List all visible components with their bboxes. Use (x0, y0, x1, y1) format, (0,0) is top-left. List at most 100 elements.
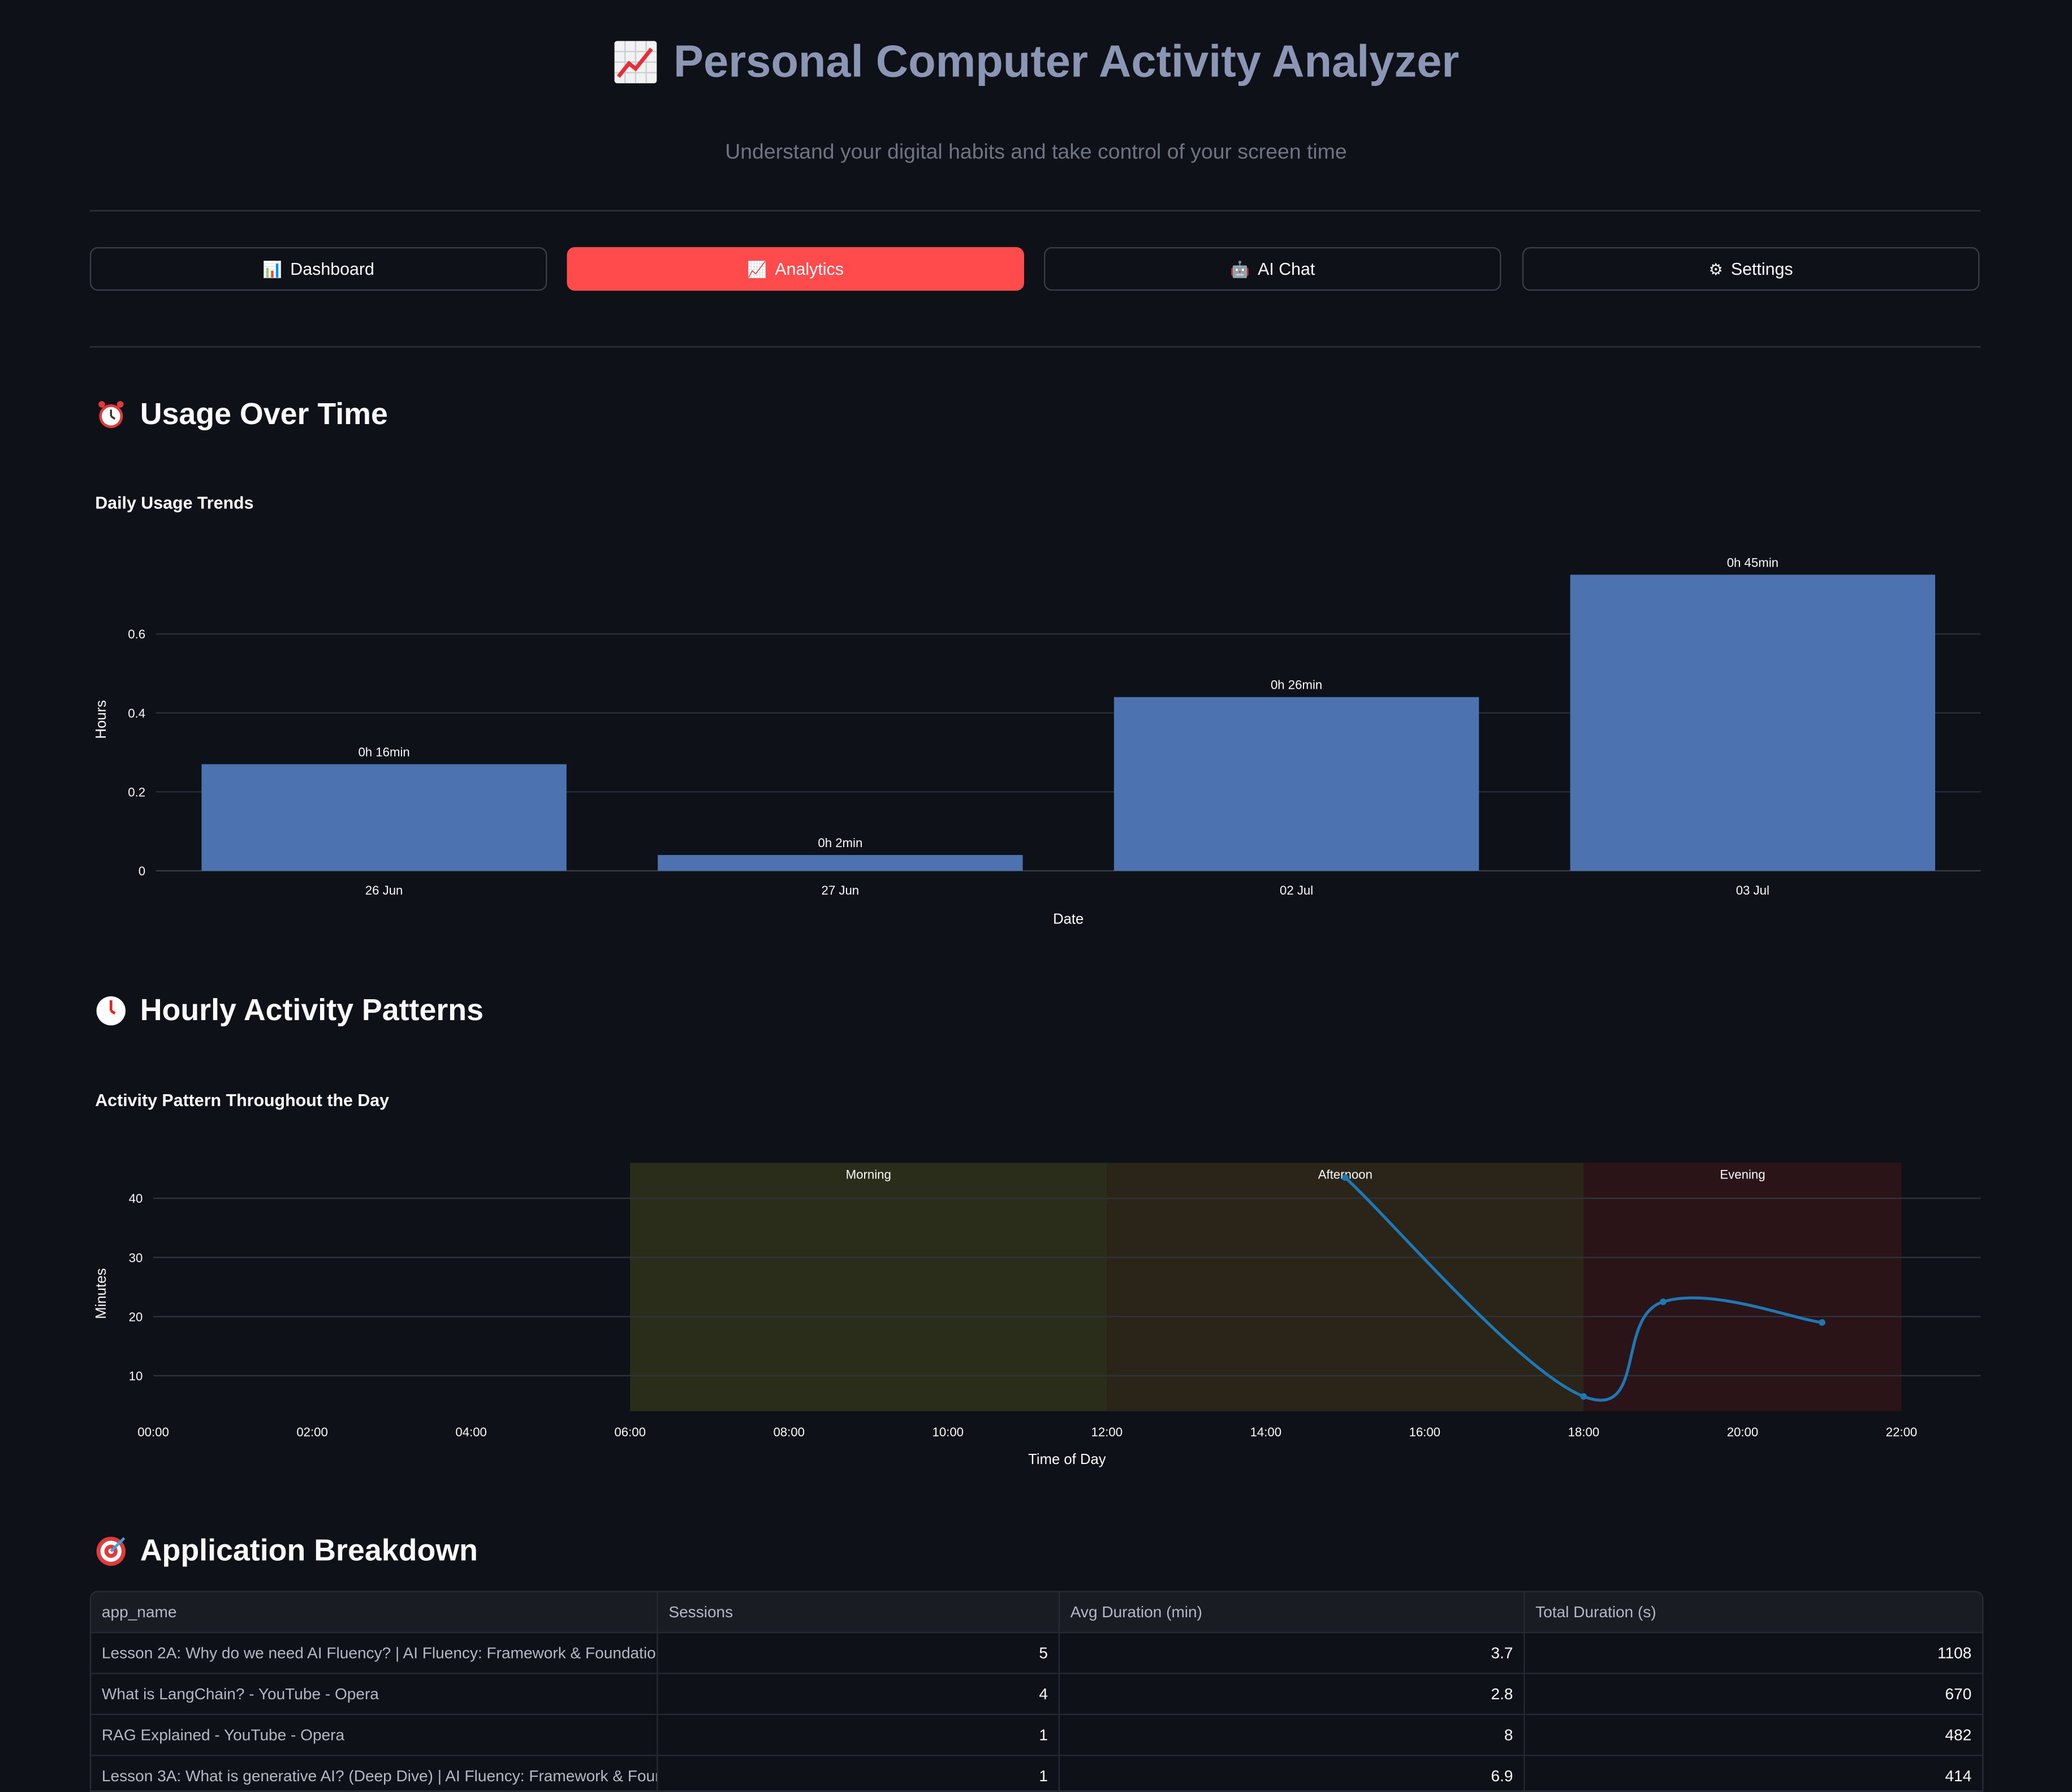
chart-increasing-icon: 📈 (747, 260, 767, 278)
x-tick-label: 12:00 (1091, 1425, 1123, 1439)
x-tick-label: 14:00 (1250, 1425, 1282, 1439)
app-breakdown-table[interactable]: app_name Sessions Avg Duration (min) Tot… (89, 1591, 1984, 1792)
cell-app-name[interactable]: What is LangChain? - YouTube - Opera (91, 1674, 658, 1714)
daily-usage-chart-title: Daily Usage Trends (95, 493, 254, 513)
x-axis-title: Time of Day (1028, 1452, 1106, 1467)
x-tick-label: 16:00 (1409, 1425, 1441, 1439)
cell-sessions[interactable]: 4 (658, 1674, 1060, 1714)
x-tick-label: 22:00 (1886, 1425, 1918, 1439)
x-tick-label: 02 Jul (1280, 883, 1313, 897)
x-tick-label: 08:00 (773, 1425, 805, 1439)
y-axis-title: Hours (93, 700, 109, 739)
chart-increasing-icon (614, 41, 657, 84)
gear-icon: ⚙ (1708, 260, 1723, 278)
section-apps-title: Application Breakdown (140, 1532, 478, 1568)
column-header-total-duration[interactable]: Total Duration (s) (1525, 1592, 1982, 1632)
section-usage-heading: Usage Over Time (95, 396, 388, 432)
bar-data-label: 0h 2min (818, 836, 862, 850)
clock-icon (96, 995, 126, 1025)
cell-sessions[interactable]: 1 (658, 1715, 1060, 1755)
table-header-row: app_name Sessions Avg Duration (min) Tot… (91, 1592, 1983, 1634)
x-tick-label: 10:00 (932, 1425, 964, 1439)
bar-data-label: 0h 16min (358, 745, 409, 759)
data-point (1660, 1298, 1667, 1305)
robot-icon: 🤖 (1230, 260, 1250, 278)
section-hourly-title: Hourly Activity Patterns (140, 992, 484, 1027)
time-band (1583, 1163, 1902, 1411)
nav-ai-chat-button[interactable]: 🤖 AI Chat (1043, 247, 1501, 291)
cell-sessions[interactable]: 1 (658, 1756, 1060, 1791)
cell-total-duration[interactable]: 1108 (1525, 1633, 1982, 1673)
y-tick-label: 10 (129, 1369, 143, 1383)
column-header-app-name[interactable]: app_name (91, 1592, 658, 1632)
bar-data-label: 0h 26min (1271, 678, 1322, 692)
app-page: Personal Computer Activity Analyzer Unde… (0, 0, 2072, 1792)
table-row[interactable]: Lesson 2A: Why do we need AI Fluency? | … (91, 1633, 1983, 1674)
table-row[interactable]: Lesson 3A: What is generative AI? (Deep … (91, 1756, 1982, 1791)
table-row[interactable]: What is LangChain? - YouTube - Opera 4 2… (91, 1674, 1983, 1716)
y-tick-label: 20 (129, 1310, 143, 1324)
time-band (630, 1163, 1107, 1411)
bar-chart-icon: 📊 (262, 260, 283, 278)
y-tick-label: 0.2 (128, 785, 145, 799)
cell-total-duration[interactable]: 482 (1525, 1715, 1982, 1755)
table-row[interactable]: RAG Explained - YouTube - Opera 1 8 482 (91, 1715, 1983, 1756)
x-tick-label: 27 Jun (822, 883, 860, 897)
column-header-sessions[interactable]: Sessions (658, 1592, 1060, 1632)
cell-avg-duration[interactable]: 3.7 (1060, 1633, 1525, 1673)
cell-avg-duration[interactable]: 6.9 (1060, 1756, 1525, 1791)
y-axis-title: Minutes (93, 1268, 109, 1319)
nav-dashboard-label: Dashboard (290, 258, 374, 279)
cell-app-name[interactable]: Lesson 3A: What is generative AI? (Deep … (91, 1756, 658, 1791)
nav-settings-label: Settings (1730, 258, 1793, 279)
y-tick-label: 40 (129, 1191, 143, 1206)
x-tick-label: 00:00 (137, 1425, 169, 1439)
data-point (1580, 1393, 1587, 1400)
cell-app-name[interactable]: RAG Explained - YouTube - Opera (91, 1715, 658, 1755)
x-tick-label: 26 Jun (365, 883, 403, 897)
y-tick-label: 0.4 (128, 706, 145, 720)
nav-analytics-button[interactable]: 📈 Analytics (567, 247, 1024, 291)
x-tick-label: 06:00 (614, 1425, 646, 1439)
data-point (1342, 1174, 1349, 1181)
cell-avg-duration[interactable]: 8 (1060, 1715, 1525, 1755)
cell-sessions[interactable]: 5 (658, 1633, 1060, 1673)
cell-avg-duration[interactable]: 2.8 (1060, 1674, 1525, 1714)
time-band (1107, 1163, 1584, 1411)
band-label: Evening (1720, 1167, 1765, 1181)
bar (1570, 575, 1936, 871)
y-tick-label: 0.6 (128, 627, 145, 641)
divider (89, 210, 1981, 211)
x-tick-label: 20:00 (1727, 1425, 1759, 1439)
bar-data-label: 0h 45min (1727, 555, 1779, 569)
cell-app-name[interactable]: Lesson 2A: Why do we need AI Fluency? | … (91, 1633, 658, 1673)
section-usage-title: Usage Over Time (140, 396, 388, 431)
alarm-clock-icon (98, 400, 124, 428)
page-subtitle: Understand your digital habits and take … (725, 141, 1347, 164)
cell-total-duration[interactable]: 414 (1525, 1756, 1982, 1790)
bar (658, 854, 1023, 871)
activity-pattern-chart-title: Activity Pattern Throughout the Day (95, 1090, 390, 1110)
bar (201, 764, 567, 871)
x-tick-label: 02:00 (296, 1425, 328, 1439)
x-tick-label: 04:00 (455, 1425, 487, 1439)
y-tick-label: 30 (129, 1251, 143, 1265)
band-label: Morning (846, 1167, 891, 1181)
y-tick-label: 0 (139, 864, 145, 878)
section-apps-heading: Application Breakdown (95, 1533, 478, 1569)
cell-total-duration[interactable]: 670 (1525, 1674, 1982, 1714)
section-hourly-heading: Hourly Activity Patterns (95, 992, 484, 1028)
column-header-avg-duration[interactable]: Avg Duration (min) (1060, 1592, 1525, 1632)
page-title-text: Personal Computer Activity Analyzer (674, 37, 1460, 88)
x-tick-label: 03 Jul (1736, 883, 1769, 897)
divider (89, 346, 1981, 348)
daily-usage-chart: 0 0.2 0.4 0.6 0h 16min 26 Jun 0h 2min 27 Jun 0h … (93, 555, 1981, 927)
bar (1113, 697, 1479, 871)
x-axis-title: Date (1053, 911, 1084, 927)
page-title: Personal Computer Activity Analyzer (0, 37, 2072, 88)
nav-dashboard-button[interactable]: 📊 Dashboard (89, 247, 547, 291)
nav-analytics-label: Analytics (775, 258, 844, 279)
x-tick-label: 18:00 (1568, 1425, 1600, 1439)
nav-settings-button[interactable]: ⚙ Settings (1522, 247, 1980, 291)
direct-hit-icon (96, 1536, 126, 1565)
